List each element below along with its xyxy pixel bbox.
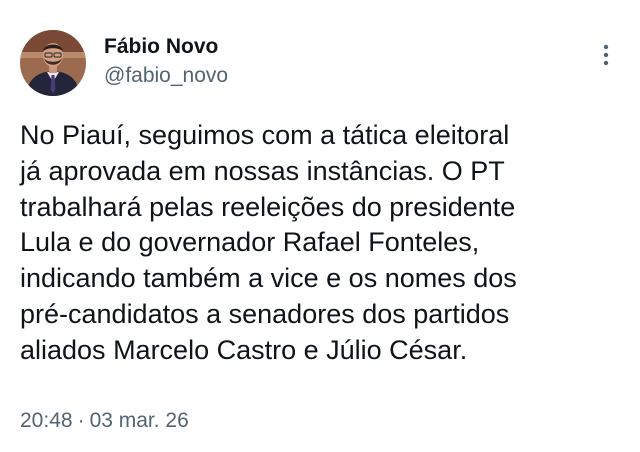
author-handle[interactable]: @fabio_novo	[104, 63, 228, 89]
profile-photo-icon	[20, 30, 86, 96]
author-display-name[interactable]: Fábio Novo	[104, 34, 228, 60]
more-options-button[interactable]	[592, 40, 620, 70]
tweet-card: Fábio Novo @fabio_novo No Piauí, seguimo…	[0, 0, 640, 452]
author-info: Fábio Novo @fabio_novo	[104, 34, 228, 89]
tweet-text: No Piauí, seguimos com a tática eleitora…	[20, 120, 517, 365]
timestamp-separator: ·	[77, 409, 85, 432]
avatar[interactable]	[20, 30, 86, 96]
tweet-timestamp[interactable]: 20:48 · 03 mar. 26	[20, 408, 189, 434]
tweet-time: 20:48	[20, 409, 73, 432]
more-vertical-icon	[603, 44, 609, 66]
tweet-date: 03 mar. 26	[89, 409, 189, 432]
